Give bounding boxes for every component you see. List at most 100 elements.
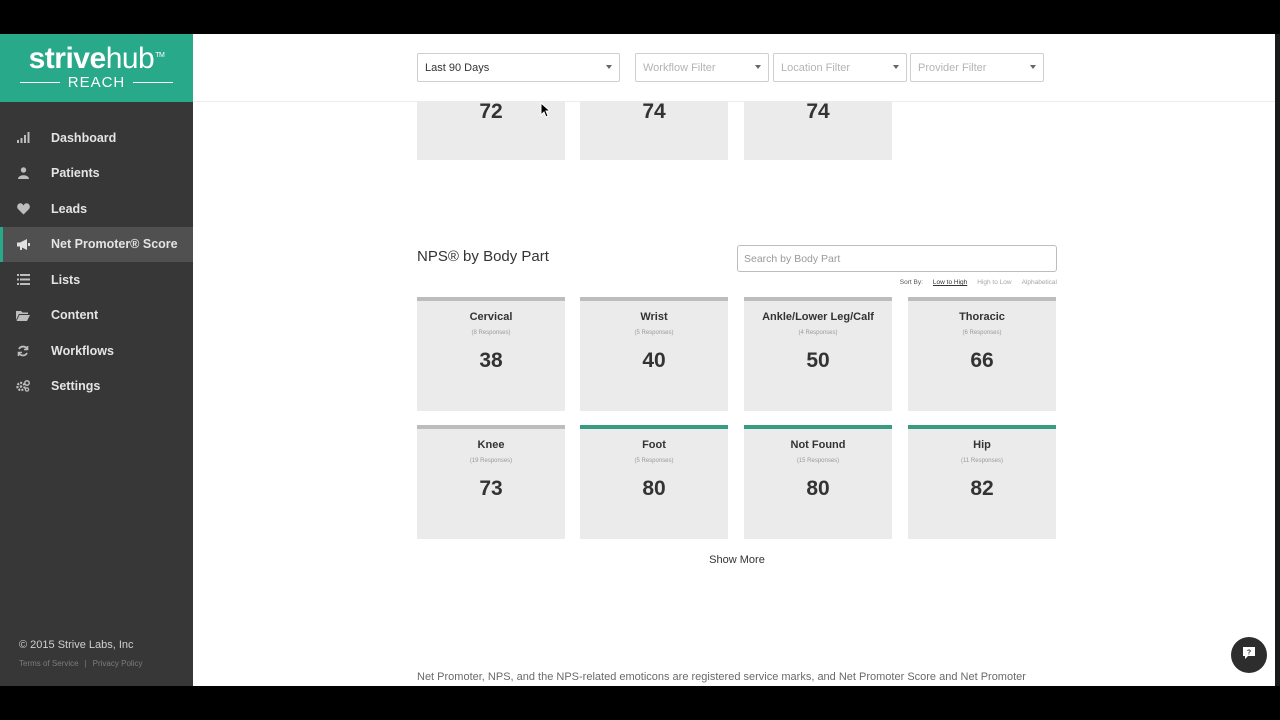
body-part-card[interactable]: Foot (5 Responses) 80 — [580, 425, 728, 539]
gears-icon — [16, 379, 30, 393]
footer-links: Terms of Service | Privacy Policy — [19, 659, 142, 668]
app-window: strivehubTM REACH Dashboard Patients Lea… — [0, 34, 1280, 686]
card-score: 73 — [479, 477, 503, 500]
location-filter-select[interactable]: Location Filter — [773, 53, 907, 82]
list-icon — [16, 273, 30, 287]
chevron-down-icon — [893, 65, 899, 69]
svg-text:?: ? — [1247, 649, 1251, 656]
chevron-down-icon — [606, 65, 612, 69]
logo-tm: TM — [155, 52, 165, 59]
sidebar-item-label: Workflows — [51, 343, 114, 358]
card-responses: (15 Responses) — [796, 458, 840, 464]
card-score: 40 — [642, 349, 666, 372]
filter-bar: Last 90 Days Workflow Filter Location Fi… — [193, 34, 1275, 102]
sort-alphabetical[interactable]: Alphabetical — [1022, 279, 1057, 286]
card-score: 66 — [970, 349, 994, 372]
sidebar-item-label: Lists — [51, 272, 81, 287]
body-part-search-input[interactable] — [737, 245, 1057, 272]
card-score: 80 — [806, 477, 830, 500]
sidebar-item-net-promoter-score[interactable]: Net Promoter® Score — [0, 226, 193, 262]
body-part-card[interactable]: Thoracic (6 Responses) 66 — [908, 297, 1056, 411]
score-value: 74 — [642, 100, 666, 123]
card-title: Foot — [642, 439, 666, 451]
logo[interactable]: strivehubTM REACH — [0, 34, 193, 102]
card-title: Not Found — [790, 439, 846, 451]
footer-separator: | — [84, 659, 87, 668]
folder-icon — [16, 308, 30, 322]
body-part-card[interactable]: Not Found (15 Responses) 80 — [744, 425, 892, 539]
logo-wordmark: strivehubTM — [0, 42, 193, 76]
card-title: Knee — [477, 439, 505, 451]
sort-bar: Sort By: Low to High High to Low Alphabe… — [753, 279, 1057, 286]
sort-low-to-high[interactable]: Low to High — [933, 279, 967, 286]
location-filter-placeholder: Location Filter — [781, 61, 851, 74]
card-score: 50 — [806, 349, 830, 372]
mouse-cursor-icon — [540, 102, 550, 118]
sidebar-item-leads[interactable]: Leads — [0, 191, 193, 227]
heart-icon — [16, 202, 30, 216]
person-icon — [16, 166, 30, 180]
logo-strive: strive — [28, 42, 107, 75]
megaphone-icon — [16, 237, 30, 251]
card-score: 38 — [479, 349, 503, 372]
body-part-card[interactable]: Cervical (8 Responses) 38 — [417, 297, 565, 411]
sidebar-item-workflows[interactable]: Workflows — [0, 333, 193, 369]
main-content: Last 90 Days Workflow Filter Location Fi… — [193, 34, 1275, 686]
sort-high-to-low[interactable]: High to Low — [977, 279, 1011, 286]
bar-chart-icon — [16, 131, 30, 145]
sidebar-item-label: Settings — [51, 379, 101, 394]
sidebar-item-patients[interactable]: Patients — [0, 156, 193, 192]
provider-filter-select[interactable]: Provider Filter — [910, 53, 1044, 82]
card-responses: (6 Responses) — [962, 330, 1002, 336]
score-value: 74 — [806, 100, 830, 123]
right-edge — [1275, 34, 1280, 686]
disclaimer-text: Net Promoter, NPS, and the NPS-related e… — [417, 671, 1026, 683]
sidebar-item-label: Leads — [51, 201, 88, 216]
card-score: 82 — [970, 477, 994, 500]
terms-link[interactable]: Terms of Service — [19, 659, 79, 668]
sidebar-nav: Dashboard Patients Leads Net Promoter® S… — [0, 120, 193, 404]
logo-subtitle: REACH — [0, 74, 193, 91]
sort-label: Sort By: — [899, 279, 923, 286]
sidebar-item-label: Net Promoter® Score — [51, 237, 178, 252]
logo-reach: REACH — [67, 74, 126, 91]
body-part-card[interactable]: Hip (11 Responses) 82 — [908, 425, 1056, 539]
sidebar-item-label: Dashboard — [51, 130, 117, 145]
sidebar-item-label: Content — [51, 308, 99, 323]
workflow-filter-select[interactable]: Workflow Filter — [635, 53, 769, 82]
chevron-down-icon — [755, 65, 761, 69]
chat-bubble-icon: ? — [1242, 646, 1256, 665]
card-title: Thoracic — [959, 311, 1005, 323]
card-responses: (11 Responses) — [961, 458, 1003, 464]
card-responses: (5 Responses) — [634, 330, 674, 336]
card-title: Wrist — [640, 311, 668, 323]
date-range-select[interactable]: Last 90 Days — [417, 53, 620, 82]
card-score: 80 — [642, 477, 666, 500]
sidebar-item-label: Patients — [51, 166, 100, 181]
score-card[interactable]: 74 — [580, 100, 728, 160]
sidebar-item-dashboard[interactable]: Dashboard — [0, 120, 193, 156]
workflow-filter-placeholder: Workflow Filter — [643, 61, 716, 74]
chevron-down-icon — [1030, 65, 1036, 69]
date-range-value: Last 90 Days — [425, 61, 490, 74]
logo-hub: hub — [105, 42, 155, 75]
body-part-card[interactable]: Knee (19 Responses) 73 — [417, 425, 565, 539]
body-part-card[interactable]: Ankle/Lower Leg/Calf (4 Responses) 50 — [744, 297, 892, 411]
sidebar-item-settings[interactable]: Settings — [0, 369, 193, 405]
card-responses: (5 Responses) — [634, 458, 674, 464]
body-part-card[interactable]: Wrist (5 Responses) 40 — [580, 297, 728, 411]
show-more-link[interactable]: Show More — [687, 554, 787, 566]
card-title: Hip — [973, 439, 991, 451]
score-card[interactable]: 74 — [744, 100, 892, 160]
chat-button[interactable]: ? — [1231, 637, 1267, 673]
card-title: Cervical — [469, 311, 513, 323]
copyright: © 2015 Strive Labs, Inc — [19, 639, 134, 651]
card-responses: (4 Responses) — [798, 330, 838, 336]
card-title: Ankle/Lower Leg/Calf — [762, 311, 874, 323]
refresh-icon — [16, 344, 30, 358]
sidebar: strivehubTM REACH Dashboard Patients Lea… — [0, 34, 193, 686]
sidebar-item-lists[interactable]: Lists — [0, 262, 193, 298]
privacy-link[interactable]: Privacy Policy — [93, 659, 143, 668]
card-responses: (19 Responses) — [469, 458, 513, 464]
sidebar-item-content[interactable]: Content — [0, 298, 193, 334]
